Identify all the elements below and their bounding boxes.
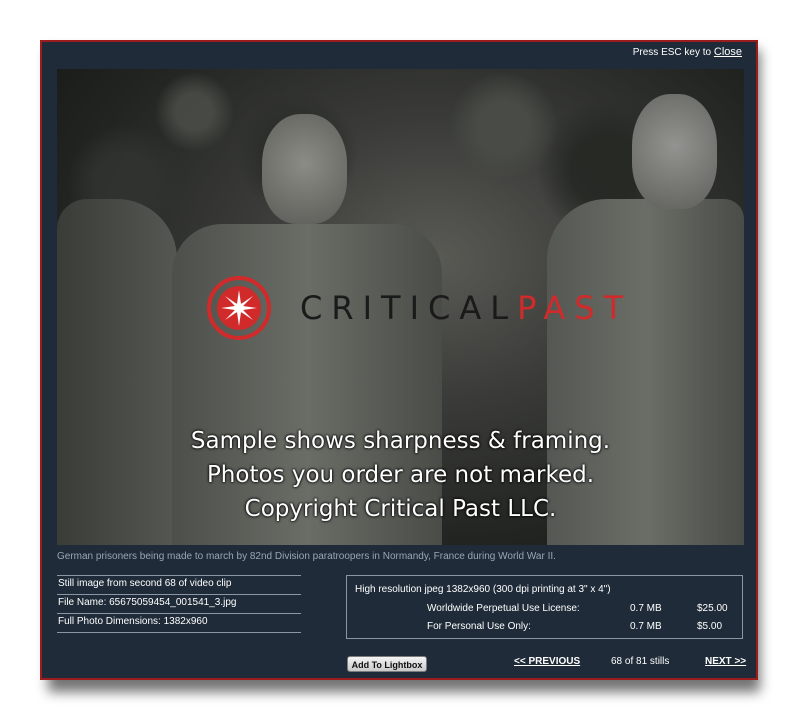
- watermark-line-2: Photos you order are not marked.: [206, 462, 595, 488]
- pricing-header: High resolution jpeg 1382x960 (300 dpi p…: [355, 584, 611, 595]
- next-link[interactable]: NEXT >>: [705, 656, 746, 667]
- watermark-brand: CRITICALPAST: [300, 289, 632, 327]
- watermark-brand-part2: PAST: [517, 289, 633, 327]
- photo-viewer-modal: Press ESC key to Close CRITICALPAST Samp…: [40, 40, 758, 680]
- price-value: $5.00: [697, 621, 723, 632]
- close-bar: Press ESC key to Close: [633, 46, 742, 58]
- watermark-notice: Sample shows sharpness & framing. Photos…: [57, 424, 744, 526]
- price-value: $25.00: [697, 603, 728, 614]
- watermark-line-1: Sample shows sharpness & framing.: [190, 428, 611, 454]
- file-size: 0.7 MB: [630, 603, 662, 614]
- still-info: Still image from second 68 of video clip: [57, 575, 301, 594]
- photo-figure-center-head: [262, 114, 347, 224]
- esc-hint: Press ESC key to: [632, 47, 714, 58]
- photo-figure-right-head: [632, 94, 717, 209]
- criticalpast-logo-icon: [207, 276, 271, 340]
- file-size: 0.7 MB: [630, 621, 662, 632]
- preview-photo: CRITICALPAST Sample shows sharpness & fr…: [57, 69, 744, 545]
- file-name: File Name: 65675059454_001541_3.jpg: [57, 594, 301, 613]
- add-to-lightbox-button[interactable]: Add To Lightbox: [347, 656, 427, 672]
- still-counter: 68 of 81 stills: [611, 656, 670, 667]
- pricing-box: High resolution jpeg 1382x960 (300 dpi p…: [346, 575, 743, 639]
- photo-dimensions: Full Photo Dimensions: 1382x960: [57, 613, 301, 633]
- license-label: For Personal Use Only:: [427, 621, 531, 632]
- photo-info-list: Still image from second 68 of video clip…: [57, 575, 301, 633]
- license-label: Worldwide Perpetual Use License:: [427, 603, 580, 614]
- previous-link[interactable]: << PREVIOUS: [514, 656, 580, 667]
- price-option-row[interactable]: For Personal Use Only: 0.7 MB $5.00: [347, 621, 742, 635]
- photo-caption: German prisoners being made to march by …: [57, 551, 556, 562]
- price-option-row[interactable]: Worldwide Perpetual Use License: 0.7 MB …: [347, 603, 742, 617]
- close-link[interactable]: Close: [714, 46, 742, 58]
- watermark-brand-part1: CRITICAL: [300, 289, 518, 327]
- watermark-line-3: Copyright Critical Past LLC.: [244, 496, 557, 522]
